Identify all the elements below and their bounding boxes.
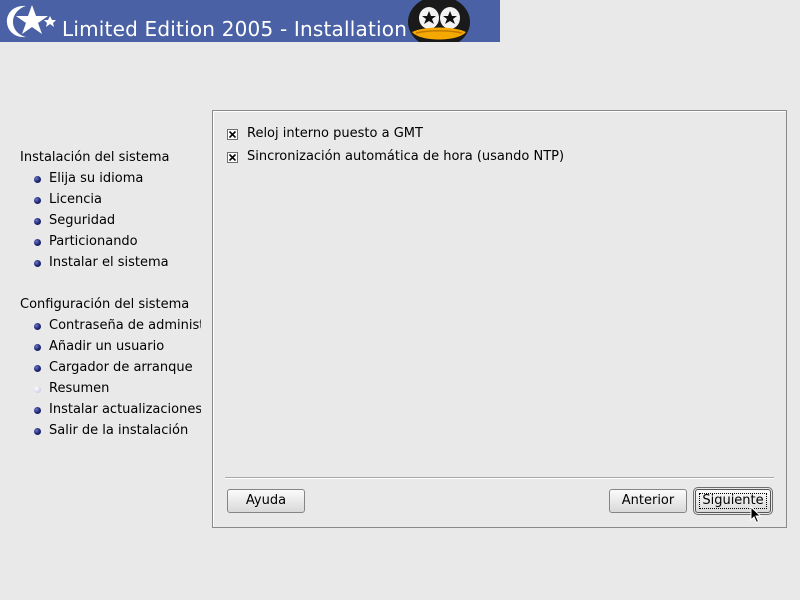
step-item: Particionando: [20, 232, 201, 253]
help-button[interactable]: Ayuda: [227, 489, 305, 513]
step-group-title: Configuración del sistema: [20, 297, 190, 312]
star-logo-icon: [6, 5, 56, 38]
installation-steps: Instalación del sistema Elija su idioma …: [20, 148, 208, 442]
installer-banner: Limited Edition 2005 - Installation: [0, 0, 500, 42]
bullet-icon: [34, 428, 41, 435]
step-item: Seguridad: [20, 211, 201, 232]
ntp-sync-label[interactable]: Sincronización automática de hora (usand…: [247, 148, 564, 166]
mouse-pointer-icon: [750, 506, 762, 524]
button-divider: [225, 477, 774, 479]
penguin-mascot-icon: [408, 0, 470, 42]
bullet-icon: [34, 260, 41, 267]
bullet-icon: [34, 365, 41, 372]
step-item: Elija su idioma: [20, 169, 201, 190]
step-item: Instalar el sistema: [20, 253, 201, 274]
bullet-icon: [34, 176, 41, 183]
step-item: Instalar actualizaciones: [20, 400, 201, 421]
gmt-clock-checkbox[interactable]: [227, 129, 238, 140]
bullet-icon: [34, 344, 41, 351]
step-item: Salir de la instalación: [20, 421, 201, 442]
bullet-icon: [34, 323, 41, 330]
step-item: Añadir un usuario: [20, 337, 201, 358]
ntp-sync-checkbox[interactable]: [227, 152, 238, 163]
step-item: Licencia: [20, 190, 201, 211]
step-item: Cargador de arranque: [20, 358, 201, 379]
check-mark-icon: [229, 131, 236, 138]
previous-button[interactable]: Anterior: [609, 489, 687, 513]
bullet-icon: [34, 407, 41, 414]
check-mark-icon: [229, 154, 236, 161]
bullet-icon: [34, 239, 41, 246]
current-bullet-icon: [34, 386, 41, 393]
step-item-current: Resumen: [20, 379, 201, 400]
bullet-icon: [34, 197, 41, 204]
installer-title: Limited Edition 2005 - Installation: [62, 17, 408, 41]
time-settings-panel: Reloj interno puesto a GMT Sincronizació…: [212, 110, 787, 528]
step-group-title: Instalación del sistema: [20, 150, 170, 165]
gmt-clock-label[interactable]: Reloj interno puesto a GMT: [247, 125, 423, 143]
bullet-icon: [34, 218, 41, 225]
step-item: Contraseña de administi: [20, 316, 201, 337]
step-group-gap: [20, 274, 208, 295]
